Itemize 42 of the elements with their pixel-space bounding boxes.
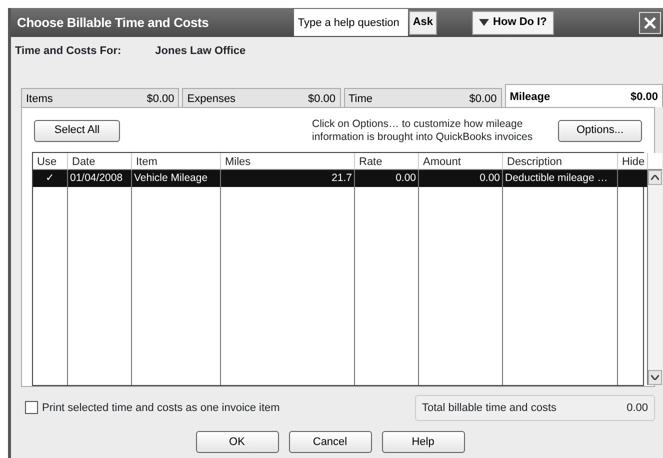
checkbox-label[interactable]: Print selected time and costs as one invoice item (42, 400, 280, 416)
total-value: 0.00 (626, 400, 648, 416)
scrollbar[interactable] (648, 170, 662, 384)
caret-icon (479, 19, 490, 26)
close-icon (642, 16, 657, 30)
table-cell (618, 170, 648, 186)
scroll-up-icon[interactable] (651, 174, 659, 180)
dialog-button[interactable]: Help (382, 431, 464, 453)
table-cell: 01/04/2008 (68, 170, 132, 186)
ask-button[interactable]: Ask (408, 10, 438, 34)
dialog-button[interactable]: Cancel (288, 431, 372, 453)
column-header: Item (132, 152, 221, 170)
column-header: Rate (355, 152, 419, 170)
column-header: Miles (221, 152, 355, 170)
help-question-field[interactable]: Type a help question (294, 9, 408, 36)
tab[interactable]: Items $0.00 (21, 88, 180, 106)
column-header: Date (68, 152, 132, 170)
checkbox[interactable] (25, 401, 38, 414)
scroll-down-icon[interactable] (651, 374, 659, 380)
for-label: Time and Costs For: (15, 44, 122, 59)
close-button[interactable] (638, 12, 661, 34)
table-cell: 0.00 (355, 170, 419, 186)
table-cell: 21.7 (221, 170, 355, 186)
table-cell: Vehicle Mileage (132, 170, 221, 186)
select-all-button[interactable]: Select All (34, 120, 120, 142)
column-header: Amount (419, 152, 503, 170)
how-do-i-button[interactable]: How Do I? (472, 10, 554, 34)
check-mark: ✓ (33, 170, 68, 186)
column-header: Hide (618, 152, 648, 170)
customer-name: Jones Law Office (155, 44, 246, 59)
dialog-button[interactable]: OK (196, 431, 278, 453)
table-cell: 0.00 (419, 170, 503, 186)
column-header: Description (503, 152, 618, 170)
table-cell: Deductible mileage … (503, 170, 618, 186)
tab[interactable]: Time $0.00 (344, 88, 502, 106)
total-label: Total billable time and costs (422, 400, 557, 416)
tab[interactable]: Mileage $0.00 (504, 84, 663, 106)
options-button[interactable]: Options... (558, 120, 642, 142)
tab[interactable]: Expenses $0.00 (182, 88, 340, 106)
column-header: Use (33, 152, 68, 170)
window-title: Choose Billable Time and Costs (17, 14, 209, 32)
options-hint: Click on Options… to customize how mileage information is brought into QuickBooks invoices (312, 118, 534, 144)
